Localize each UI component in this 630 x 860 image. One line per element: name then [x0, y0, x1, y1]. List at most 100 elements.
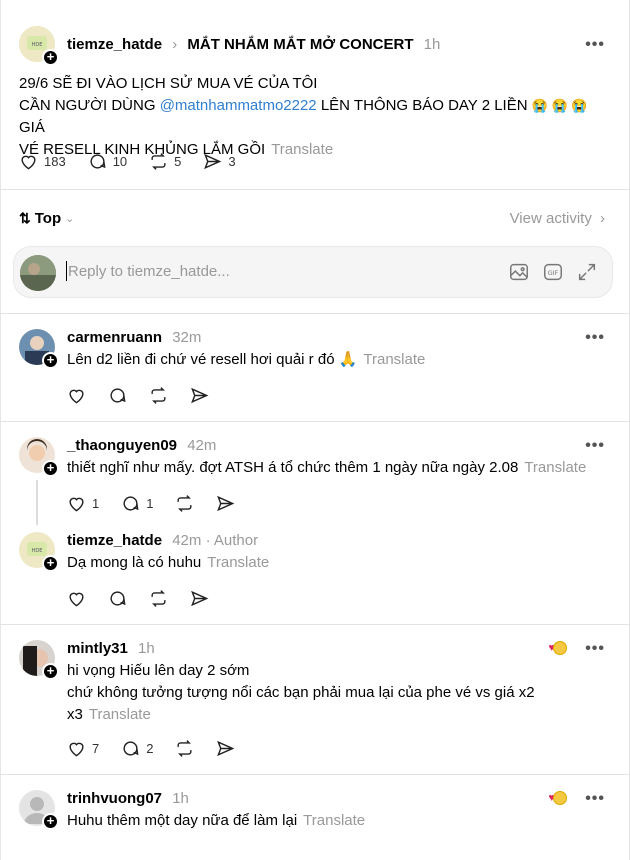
gif-icon[interactable]: GIF	[542, 261, 564, 283]
comment-avatar[interactable]: +	[19, 790, 59, 830]
comment-button[interactable]: 1	[121, 494, 153, 513]
translate-link[interactable]: Translate	[363, 351, 425, 368]
translate-link[interactable]: Translate	[207, 554, 269, 571]
comment-avatar[interactable]: +	[19, 329, 59, 369]
post-username[interactable]: tiemze_hatde	[67, 36, 162, 53]
author-liked-badge: ♥	[548, 641, 567, 655]
comment-avatar[interactable]: HDE +	[19, 532, 59, 572]
svg-text:HDE: HDE	[32, 548, 43, 554]
like-button[interactable]: 7	[67, 739, 99, 758]
mention-link[interactable]: @matnhammatmo2222	[160, 97, 317, 114]
view-activity-label: View activity	[509, 210, 592, 227]
follow-plus-icon[interactable]: +	[42, 460, 59, 477]
comment-more-icon[interactable]: •••	[585, 437, 605, 455]
translate-link[interactable]: Translate	[89, 706, 151, 723]
repost-button[interactable]	[175, 494, 194, 513]
heart-icon	[21, 155, 36, 170]
follow-plus-icon[interactable]: +	[42, 49, 59, 66]
comment-text: hi vọng Hiếu lên day 2 sớm chứ không tưở…	[67, 662, 535, 723]
like-count: 183	[44, 154, 66, 169]
comment-more-icon[interactable]: •••	[585, 790, 605, 808]
translate-link[interactable]: Translate	[271, 141, 333, 158]
expand-icon[interactable]	[576, 261, 598, 283]
sort-dropdown[interactable]: ⇅ Top ⌄	[19, 210, 74, 227]
divider	[1, 624, 630, 625]
send-icon	[191, 590, 209, 607]
comment-count: 1	[146, 496, 154, 511]
crying-emojis: 😭 😭 😭	[531, 98, 588, 113]
translate-link[interactable]: Translate	[524, 459, 586, 476]
translate-link[interactable]: Translate	[303, 812, 365, 829]
comment-actions	[67, 589, 231, 608]
reply-input[interactable]: Reply to tiemze_hatde...	[68, 263, 230, 280]
post-more-icon[interactable]: •••	[585, 36, 605, 54]
follow-plus-icon[interactable]: +	[42, 555, 59, 572]
author-face-icon	[553, 641, 567, 655]
repost-button[interactable]: 5	[149, 152, 181, 171]
comment-avatar[interactable]: +	[19, 640, 59, 680]
comment-button[interactable]	[108, 386, 127, 405]
share-button[interactable]	[216, 494, 235, 513]
like-button[interactable]: 183	[19, 152, 66, 171]
heart-icon	[69, 497, 84, 512]
comment-button[interactable]: 2	[121, 739, 153, 758]
comment-more-icon[interactable]: •••	[585, 640, 605, 658]
post-time: 1h	[423, 36, 441, 53]
comment-icon	[110, 388, 126, 403]
comment-icon	[90, 154, 106, 169]
comment-button[interactable]: 10	[88, 152, 127, 171]
comment-actions	[67, 386, 231, 405]
send-icon	[217, 495, 235, 512]
comment-username[interactable]: _thaonguyen09	[67, 437, 177, 454]
repost-button[interactable]	[175, 739, 194, 758]
repost-button[interactable]	[149, 589, 168, 608]
follow-plus-icon[interactable]: +	[42, 663, 59, 680]
like-button[interactable]	[67, 386, 86, 405]
comment-more-icon[interactable]: •••	[585, 329, 605, 347]
comment-button[interactable]	[108, 589, 127, 608]
share-button[interactable]	[190, 386, 209, 405]
comment-text: Huhu thêm một day nữa để làm lại Translat…	[67, 812, 366, 829]
comment-icon	[123, 741, 139, 756]
follow-plus-icon[interactable]: +	[42, 813, 59, 830]
comment-text: thiết nghĩ như mấy. đợt ATSH á tổ chức t…	[67, 459, 587, 476]
comment-username[interactable]: carmenruann	[67, 329, 162, 346]
repost-icon	[177, 495, 193, 512]
like-button[interactable]	[67, 589, 86, 608]
share-button[interactable]: 3	[203, 152, 236, 171]
comment-time: 1h	[172, 790, 189, 807]
share-button[interactable]	[190, 589, 209, 608]
community-name[interactable]: MẮT NHẮM MẮT MỞ CONCERT	[187, 36, 413, 53]
share-count: 3	[228, 154, 236, 169]
thread-card: HDE + tiemze_hatde › MẮT NHẮM MẮT MỞ CON…	[0, 0, 630, 860]
comment-username[interactable]: mintly31	[67, 640, 128, 657]
comment-time: 32m	[172, 329, 202, 346]
breadcrumb-chevron-icon: ›	[172, 36, 178, 53]
share-button[interactable]	[216, 739, 235, 758]
post-author-avatar[interactable]: HDE +	[19, 26, 59, 66]
repost-icon	[151, 590, 166, 607]
comment-header: carmenruann 32m	[67, 329, 201, 346]
heart-icon	[69, 592, 84, 607]
comment-username[interactable]: trinhvuong07	[67, 790, 162, 807]
like-count: 7	[92, 741, 100, 756]
text-caret	[66, 261, 67, 281]
comment-text: Lên d2 liền đi chứ vé resell hơi quải r …	[67, 351, 426, 368]
like-button[interactable]: 1	[67, 494, 99, 513]
sort-arrows-icon: ⇅	[19, 210, 31, 226]
comment-avatar[interactable]: +	[19, 437, 59, 477]
svg-text:HDE: HDE	[32, 42, 43, 48]
post-line-2: CẦN NGƯỜI DÙNG @matnhammatmo2222 LÊN THÔ…	[19, 97, 588, 136]
sort-label: Top	[34, 210, 62, 227]
comment-time: 42m	[172, 532, 202, 549]
comment-username[interactable]: tiemze_hatde	[67, 532, 162, 549]
comment-icon	[110, 591, 126, 606]
my-avatar	[20, 255, 56, 291]
follow-plus-icon[interactable]: +	[42, 352, 59, 369]
image-icon[interactable]	[508, 261, 530, 283]
view-activity-link[interactable]: View activity ›	[510, 210, 605, 227]
post-line-1: 29/6 SẼ ĐI VÀO LỊCH SỬ MUA VÉ CỦA TÔI	[19, 75, 318, 92]
reply-box[interactable]: Reply to tiemze_hatde... GIF	[13, 246, 613, 298]
reply-toolbar: GIF	[496, 261, 598, 283]
repost-button[interactable]	[149, 386, 168, 405]
